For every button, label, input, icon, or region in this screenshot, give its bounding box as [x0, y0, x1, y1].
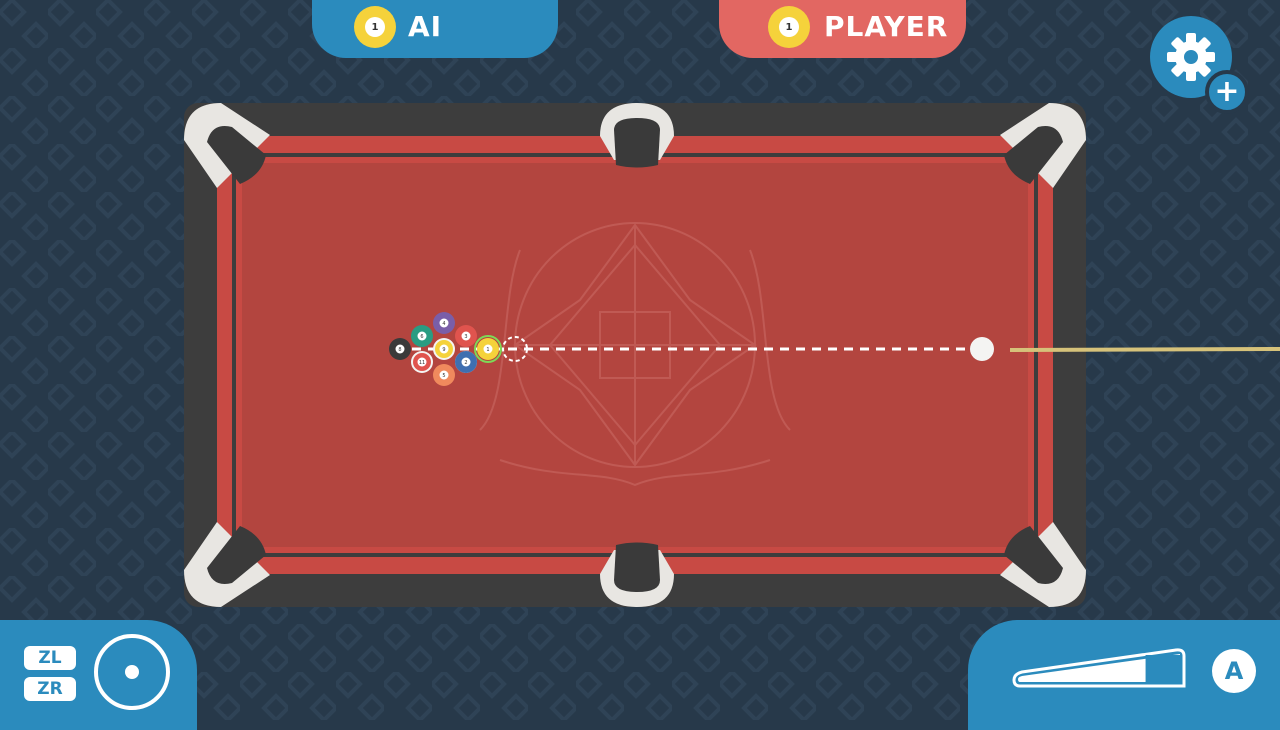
ai-ball-icon: 1: [354, 6, 396, 48]
ball-5: 5: [433, 364, 455, 386]
ball-number-label: 6: [420, 334, 423, 340]
ball-1: 1: [474, 335, 502, 363]
player-name: PLAYER: [824, 10, 949, 43]
ball-9: 9: [433, 338, 455, 360]
zl-button[interactable]: ZL: [24, 646, 76, 670]
ball-number-label: 4: [442, 321, 445, 327]
ai-name: AI: [408, 10, 443, 43]
player-score-badge: 1 PLAYER: [719, 0, 966, 58]
ai-score-badge: 1 AI: [312, 0, 558, 58]
ball-11: 11: [411, 351, 433, 373]
player-ball-icon: 1: [768, 6, 810, 48]
pool-table: 864103911125: [184, 103, 1280, 607]
ball-number-label: 11: [419, 360, 425, 366]
aim-dial-icon[interactable]: [94, 634, 170, 710]
ball-number-label: 8: [398, 347, 401, 353]
ball-number-label: 1: [486, 347, 489, 353]
shoot-a-button[interactable]: A: [1212, 649, 1256, 693]
player-ball-number: 1: [779, 17, 799, 37]
ball-number-label: 9: [442, 347, 445, 353]
power-meter-empty: [1145, 655, 1180, 683]
ball-number-label: 3: [464, 334, 467, 340]
cue-stick: [1009, 347, 1280, 352]
ball-number-label: 5: [442, 373, 445, 379]
ball-number-label: 2: [464, 360, 467, 366]
ball-8: 8: [389, 338, 411, 360]
ball-4: 4: [433, 312, 455, 334]
zr-button[interactable]: ZR: [24, 677, 76, 701]
power-meter[interactable]: [1012, 646, 1188, 696]
plus-icon[interactable]: +: [1205, 70, 1249, 114]
ball-3: 3: [455, 325, 477, 347]
ai-ball-number: 1: [365, 17, 385, 37]
gear-icon: [1167, 33, 1215, 81]
cue-ball: [970, 337, 994, 361]
ball-2: 2: [455, 351, 477, 373]
ball-6: 6: [411, 325, 433, 347]
aim-dial-center: [125, 665, 139, 679]
